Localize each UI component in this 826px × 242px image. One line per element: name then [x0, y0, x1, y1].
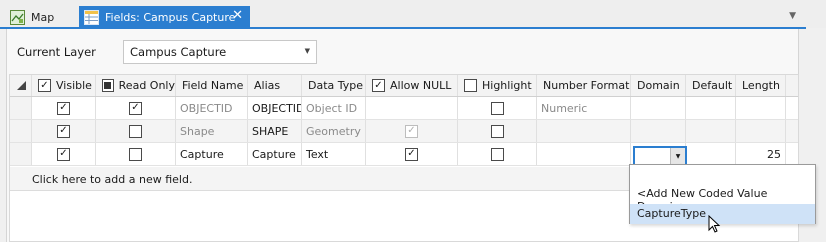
highlight-cell[interactable] [458, 97, 537, 119]
number-format-cell[interactable]: Numeric [537, 97, 631, 119]
data-type-cell[interactable]: Object ID [302, 97, 366, 119]
table-row[interactable]: ✓ ✓ OBJECTID OBJECTID Object ID Numeric [10, 97, 798, 120]
column-number-format[interactable]: Number Format [537, 75, 631, 96]
field-name-cell[interactable]: Shape [176, 120, 248, 142]
row-selector[interactable] [10, 120, 32, 142]
column-header-label: Number Format [543, 79, 630, 92]
field-name-cell[interactable]: OBJECTID [176, 97, 248, 119]
column-header-label: Default [692, 79, 733, 92]
column-alias[interactable]: Alias [248, 75, 302, 96]
checkbox-checked-icon[interactable]: ✓ [372, 79, 385, 92]
current-layer-label: Current Layer [17, 45, 96, 59]
chevron-down-icon: ▼ [304, 47, 310, 55]
column-header-label: Allow NULL [390, 79, 452, 92]
default-cell [686, 120, 736, 142]
visible-cell[interactable]: ✓ [32, 120, 96, 142]
column-visible[interactable]: ✓ Visible [32, 75, 96, 96]
column-header-label: Length [742, 79, 780, 92]
mouse-pointer-icon [708, 215, 721, 233]
alias-cell[interactable]: SHAPE [248, 120, 302, 142]
allow-null-cell [366, 97, 458, 119]
alias-cell[interactable]: OBJECTID [248, 97, 302, 119]
allow-null-cell: ✓ [366, 120, 458, 142]
checkbox-indeterminate-icon[interactable] [102, 79, 114, 92]
table-row[interactable]: ✓ Shape SHAPE Geometry ✓ [10, 120, 798, 143]
domain-cell [631, 120, 686, 142]
checkbox-unchecked-icon[interactable] [464, 79, 477, 92]
length-cell[interactable] [736, 97, 786, 119]
data-type-cell[interactable]: Geometry [302, 120, 366, 142]
checkbox-checked-icon[interactable]: ✓ [57, 101, 70, 115]
select-all-corner[interactable] [10, 75, 32, 96]
checkbox-unchecked-icon[interactable] [490, 147, 504, 161]
number-format-cell [537, 120, 631, 142]
column-header-label: Field Name [182, 79, 244, 92]
column-header-label: Highlight [482, 79, 532, 92]
column-header-label: Read Only [118, 79, 175, 92]
tab-fields[interactable]: Fields: Campus Capture ✕ [79, 6, 250, 28]
map-icon [10, 9, 25, 25]
checkbox-checked-icon[interactable]: ✓ [405, 147, 418, 161]
column-length[interactable]: Length [736, 75, 786, 96]
tab-map[interactable]: Map [6, 6, 74, 28]
length-cell [736, 120, 786, 142]
number-format-cell[interactable] [537, 143, 631, 165]
column-highlight[interactable]: Highlight [458, 75, 537, 96]
close-icon[interactable]: ✕ [232, 8, 243, 23]
default-cell[interactable] [686, 97, 736, 119]
domain-combo-input[interactable]: ▼ [633, 146, 687, 166]
column-header-label: Data Type [308, 79, 364, 92]
domain-dropdown-list: <Add New Coded Value Domain> CaptureType [629, 164, 816, 224]
row-selector[interactable] [10, 97, 32, 119]
highlight-cell[interactable] [458, 143, 537, 165]
checkbox-unchecked-icon[interactable] [490, 101, 504, 115]
read-only-cell[interactable] [96, 120, 176, 142]
column-default[interactable]: Default [686, 75, 736, 96]
column-header-label: Alias [254, 79, 281, 92]
fields-table-icon [84, 9, 99, 25]
default-cell[interactable] [686, 143, 736, 165]
read-only-cell[interactable] [96, 143, 176, 165]
column-read-only[interactable]: Read Only [96, 75, 176, 96]
checkbox-checked-icon[interactable]: ✓ [38, 79, 51, 92]
checkbox-checked-icon[interactable]: ✓ [57, 147, 70, 161]
column-header-label: Visible [56, 79, 92, 92]
tab-fields-label: Fields: Campus Capture [105, 10, 236, 24]
alias-cell[interactable]: Capture [248, 143, 302, 165]
tab-bar: Map Fields: Campus Capture ✕ ▼ [0, 0, 826, 29]
visible-cell[interactable]: ✓ [32, 97, 96, 119]
domain-cell[interactable] [631, 97, 686, 119]
tab-map-label: Map [31, 10, 55, 24]
dropdown-option-add-domain[interactable]: <Add New Coded Value Domain> [630, 184, 815, 213]
checkbox-unchecked-icon[interactable] [129, 124, 142, 138]
corner-triangle-icon [17, 81, 26, 90]
column-data-type[interactable]: Data Type [302, 75, 366, 96]
length-cell[interactable]: 25 [736, 143, 786, 165]
field-name-cell[interactable]: Capture [176, 143, 248, 165]
checkbox-checked-disabled-icon: ✓ [405, 124, 418, 138]
allow-null-cell[interactable]: ✓ [366, 143, 458, 165]
current-layer-value: Campus Capture [130, 45, 227, 59]
column-domain[interactable]: Domain [631, 75, 686, 96]
data-type-cell[interactable]: Text [302, 143, 366, 165]
checkbox-checked-icon[interactable]: ✓ [57, 124, 70, 138]
checkbox-unchecked-icon[interactable] [490, 124, 504, 138]
checkbox-checked-icon[interactable]: ✓ [129, 101, 142, 115]
read-only-cell[interactable]: ✓ [96, 97, 176, 119]
visible-cell[interactable]: ✓ [32, 143, 96, 165]
tab-menu-chevron-down-icon[interactable]: ▼ [789, 11, 796, 21]
column-field-name[interactable]: Field Name [176, 75, 248, 96]
highlight-cell[interactable] [458, 120, 537, 142]
grid-header: ✓ Visible Read Only Field Name Alias Dat… [10, 75, 798, 97]
checkbox-unchecked-icon[interactable] [129, 147, 142, 161]
column-header-label: Domain [637, 79, 680, 92]
dropdown-chevron-down-icon[interactable]: ▼ [670, 148, 685, 164]
dropdown-option-capture-type[interactable]: CaptureType [630, 204, 815, 224]
column-allow-null[interactable]: ✓ Allow NULL [366, 75, 458, 96]
current-layer-dropdown[interactable]: Campus Capture ▼ [123, 40, 317, 64]
row-selector[interactable] [10, 143, 32, 165]
